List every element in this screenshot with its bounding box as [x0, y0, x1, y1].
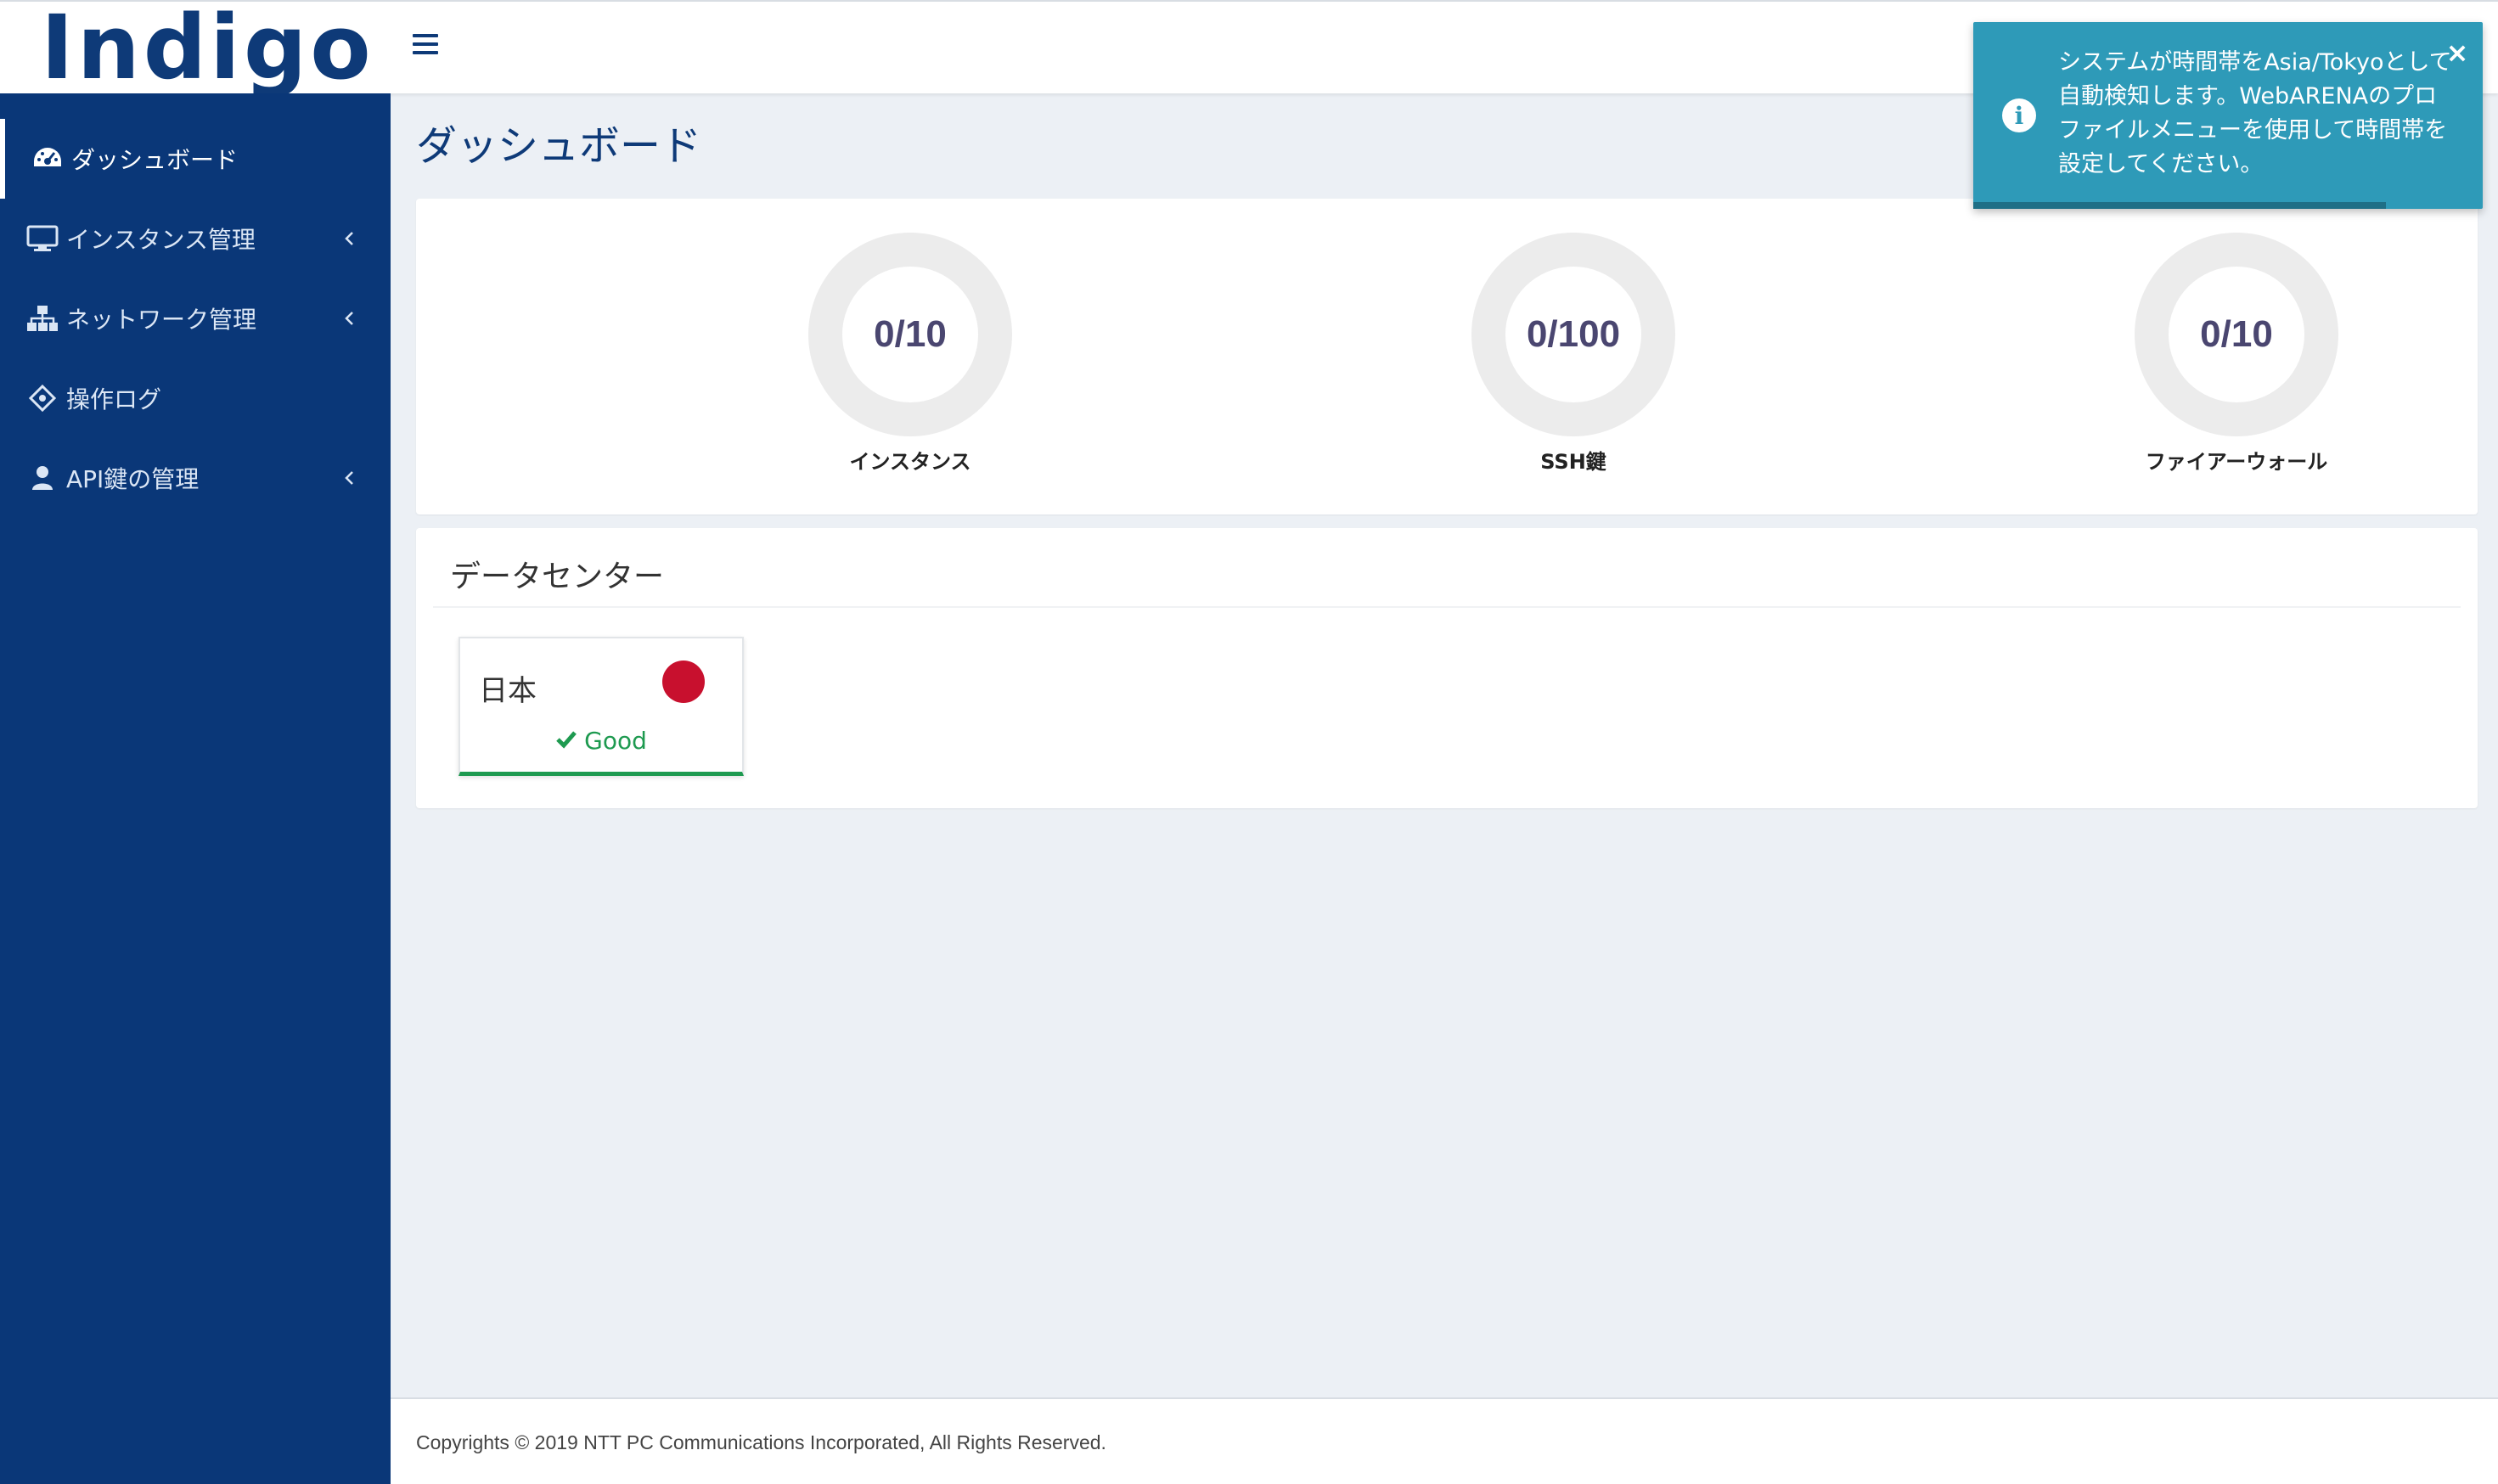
sidebar-item-network[interactable]: ネットワーク管理 — [0, 278, 391, 358]
sidebar-item-instances[interactable]: インスタンス管理 — [0, 199, 391, 278]
datacenter-title: データセンター — [450, 559, 665, 594]
sidebar: ダッシュボード インスタンス管理 ネットワーク管理 操作ログ API鍵の管理 — [0, 93, 391, 1484]
donut-chart: 0/10 — [808, 233, 1012, 436]
sidebar-item-api-keys[interactable]: API鍵の管理 — [0, 438, 391, 518]
stat-value: 0/10 — [842, 267, 978, 402]
stat-ssh-keys: 0/100 SSH鍵 — [1446, 233, 1701, 475]
chevron-left-icon — [338, 467, 360, 489]
usage-stats-panel: 0/10 インスタンス 0/100 SSH鍵 0/10 ファイアーウォール — [416, 199, 2478, 514]
datacenter-panel: データセンター 日本 Good — [416, 528, 2478, 808]
sidebar-item-label: ダッシュボード — [71, 146, 239, 174]
crosshair-icon — [25, 384, 59, 413]
sidebar-item-label: 操作ログ — [66, 385, 162, 413]
datacenter-country: 日本 — [479, 674, 537, 708]
stat-label: ファイアーウォール — [2145, 450, 2328, 474]
stat-instances: 0/10 インスタンス — [783, 233, 1038, 475]
dashboard-gauge-icon — [31, 144, 65, 173]
donut-chart: 0/100 — [1471, 233, 1675, 436]
toast-progress-bar — [1973, 202, 2386, 209]
sidebar-item-label: ネットワーク管理 — [66, 306, 257, 334]
status-text: Good — [584, 727, 647, 755]
stat-label: インスタンス — [849, 450, 971, 474]
copyright-text: Copyrights © 2019 NTT PC Communications … — [416, 1431, 1106, 1453]
timezone-toast-notification: i システムが時間帯をAsia/Tokyoとして自動検知します。WebARENA… — [1973, 22, 2483, 209]
chevron-left-icon — [338, 228, 360, 250]
sidebar-item-label: API鍵の管理 — [66, 465, 200, 493]
stat-firewalls: 0/10 ファイアーウォール — [2109, 233, 2364, 475]
japan-flag-icon — [662, 660, 705, 703]
sidebar-item-dashboard[interactable]: ダッシュボード — [0, 119, 391, 199]
sidebar-item-operation-log[interactable]: 操作ログ — [0, 358, 391, 438]
divider — [433, 606, 2461, 608]
close-icon[interactable]: × — [2445, 39, 2469, 66]
check-icon — [555, 727, 577, 755]
datacenter-card-japan[interactable]: 日本 Good — [459, 637, 744, 776]
toast-message: システムが時間帯をAsia/Tokyoとして自動検知します。WebARENAのプ… — [2058, 49, 2452, 177]
user-icon — [25, 464, 59, 492]
stat-value: 0/10 — [2169, 267, 2304, 402]
chevron-left-icon — [338, 307, 360, 329]
sidebar-item-label: インスタンス管理 — [66, 226, 256, 254]
stat-label: SSH鍵 — [1540, 450, 1606, 474]
info-icon: i — [2002, 98, 2036, 132]
footer: Copyrights © 2019 NTT PC Communications … — [391, 1397, 2498, 1484]
monitor-icon — [25, 224, 59, 253]
sitemap-icon — [25, 304, 59, 333]
donut-chart: 0/10 — [2135, 233, 2338, 436]
stat-value: 0/100 — [1505, 267, 1641, 402]
indigo-logo[interactable]: Indigo — [41, 0, 374, 99]
page-title: ダッシュボード — [416, 122, 702, 170]
status-badge: Good — [460, 727, 742, 755]
hamburger-menu-icon[interactable] — [413, 34, 438, 59]
